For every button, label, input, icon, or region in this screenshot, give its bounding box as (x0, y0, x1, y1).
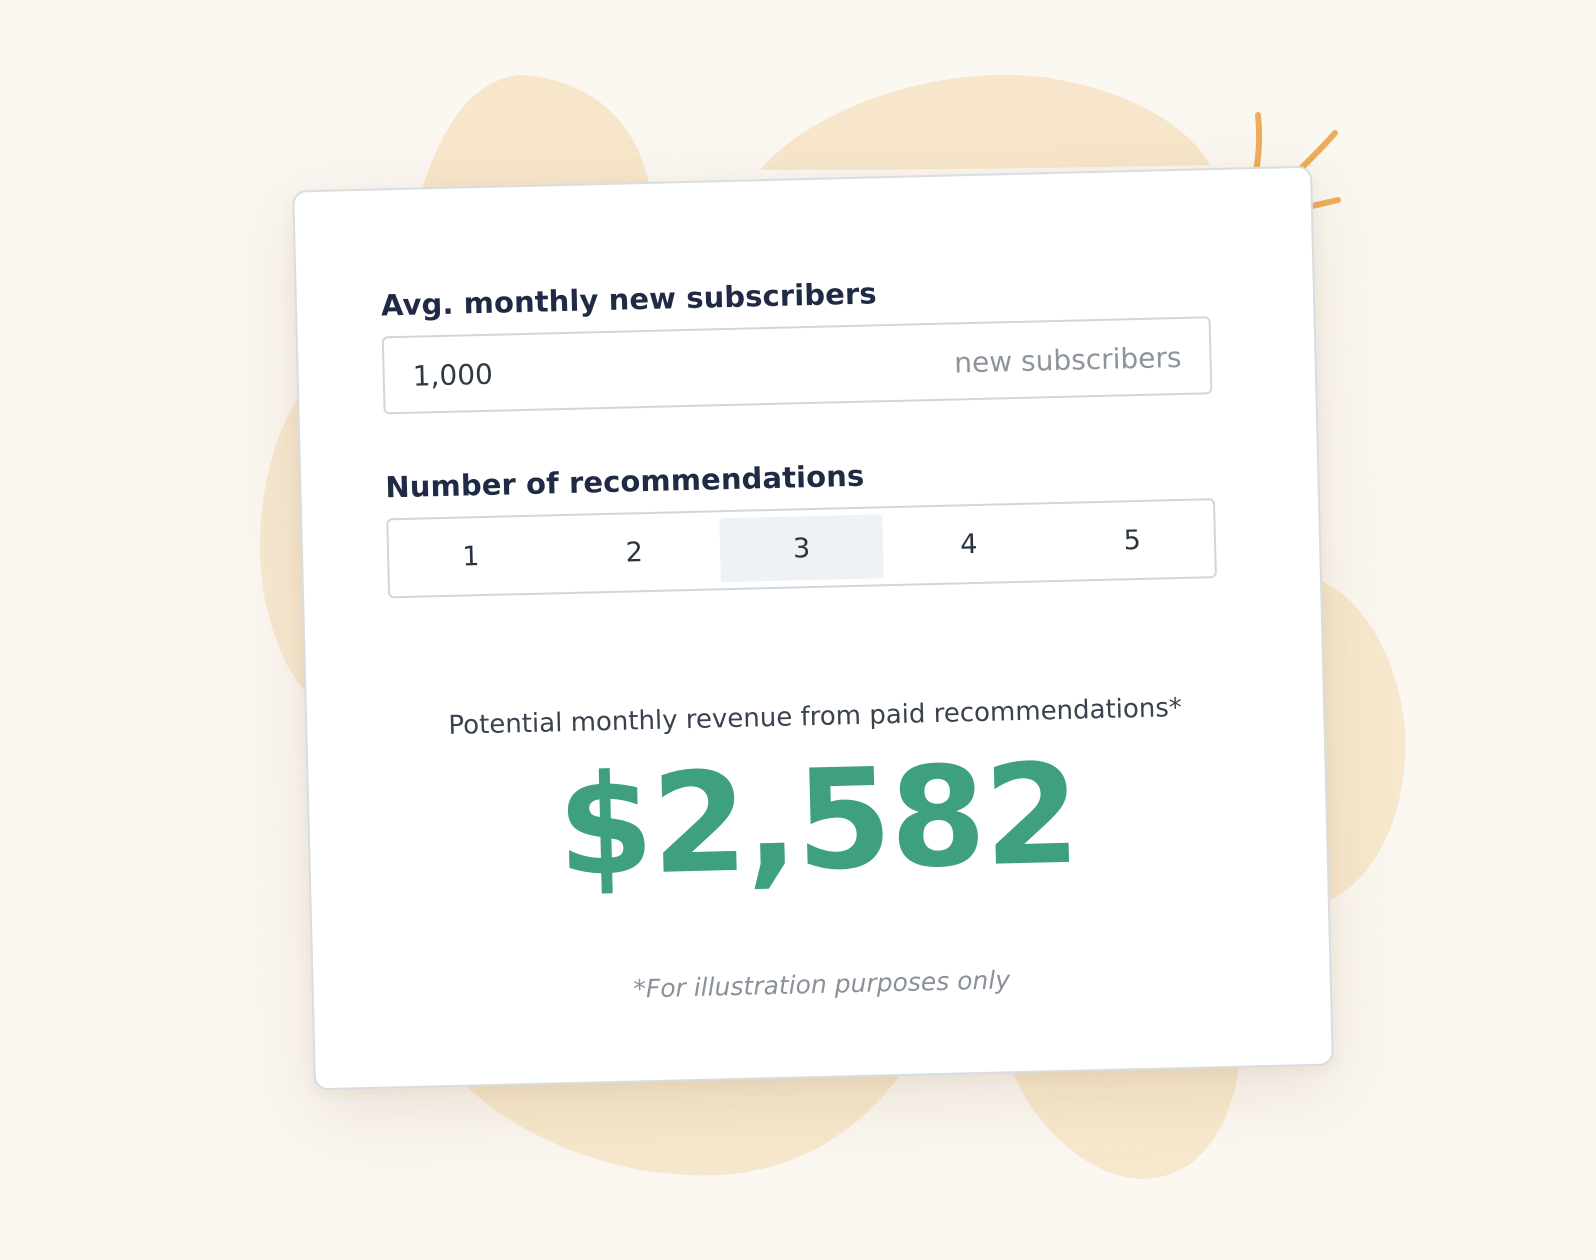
subscribers-input[interactable]: 1,000 new subscribers (381, 316, 1213, 415)
recommendation-option-1[interactable]: 1 (388, 516, 553, 596)
blob-right (1318, 580, 1406, 900)
disclaimer-footnote: *For illustration purposes only (633, 965, 1011, 1004)
subscribers-label: Avg. monthly new subscribers (380, 276, 878, 323)
blob-bottom-left (460, 1075, 900, 1176)
revenue-calculator-card: Avg. monthly new subscribers 1,000 new s… (292, 165, 1334, 1091)
subscribers-input-value[interactable]: 1,000 (412, 358, 493, 393)
subscribers-input-suffix: new subscribers (953, 340, 1182, 380)
blob-top-right (760, 74, 1210, 170)
revenue-value: $2,582 (555, 733, 1080, 908)
recommendations-label: Number of recommendations (385, 458, 865, 505)
recommendation-option-4[interactable]: 4 (886, 504, 1051, 584)
recommendation-option-2[interactable]: 2 (552, 512, 717, 592)
recommendations-selector: 1 2 3 4 5 (386, 498, 1217, 599)
blob-bottom-right (1010, 1060, 1240, 1179)
recommendation-option-5[interactable]: 5 (1050, 500, 1215, 580)
blob-top-left (420, 75, 650, 195)
recommendation-option-3[interactable]: 3 (719, 514, 885, 583)
